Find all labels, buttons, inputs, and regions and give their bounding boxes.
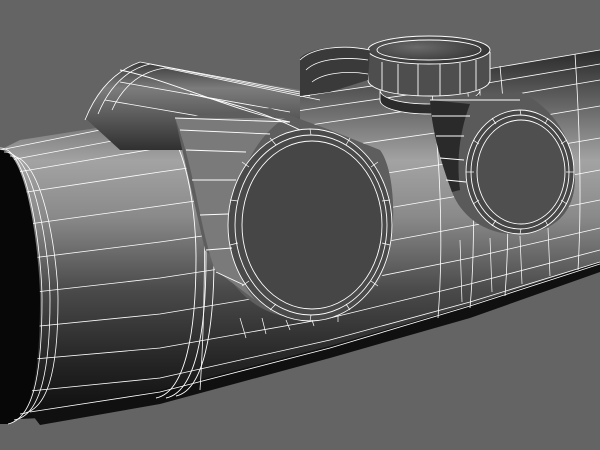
3d-viewport[interactable]	[0, 0, 600, 450]
wireframe-render	[0, 35, 600, 425]
